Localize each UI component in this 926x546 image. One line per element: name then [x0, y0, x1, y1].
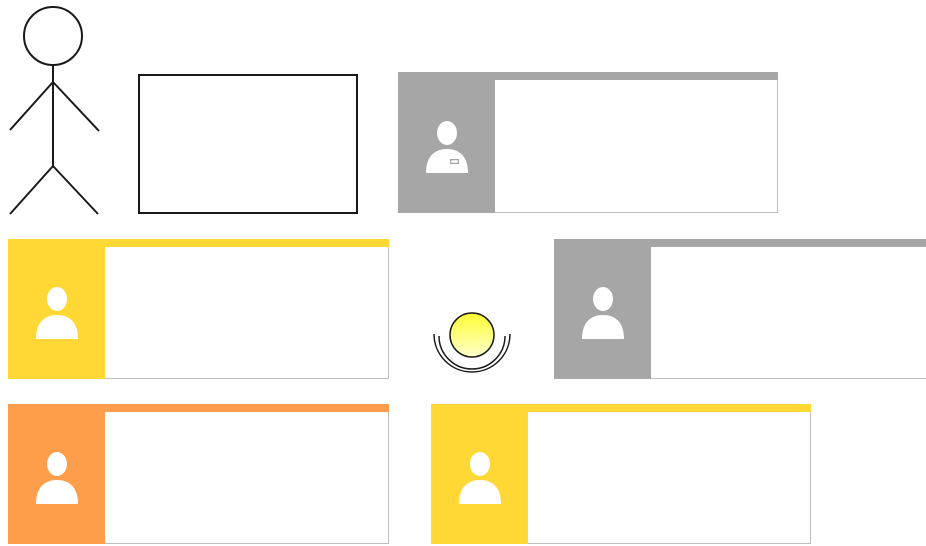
card-5[interactable]: [431, 404, 811, 544]
card-body: [105, 412, 388, 543]
person-icon: [35, 287, 78, 339]
card-icon-panel: [554, 239, 651, 379]
person-icon: [581, 287, 624, 339]
card-body: [105, 247, 388, 378]
person-icon: [458, 452, 501, 504]
card-icon-panel: [8, 239, 105, 379]
card-body: [495, 80, 777, 212]
entity-circle-icon[interactable]: [428, 306, 516, 382]
card-3[interactable]: [554, 239, 926, 379]
card-1[interactable]: [398, 72, 778, 213]
card-icon-panel: [431, 404, 528, 544]
card-2[interactable]: [8, 239, 389, 379]
card-icon-panel: [398, 72, 495, 213]
employee-badge-icon: [425, 120, 468, 173]
plain-rectangle[interactable]: [138, 74, 358, 214]
card-icon-panel: [8, 404, 105, 544]
person-icon: [35, 452, 78, 504]
card-body: [651, 247, 926, 378]
card-4[interactable]: [8, 404, 389, 544]
stick-figure-icon: [9, 6, 100, 215]
card-body: [528, 412, 810, 543]
